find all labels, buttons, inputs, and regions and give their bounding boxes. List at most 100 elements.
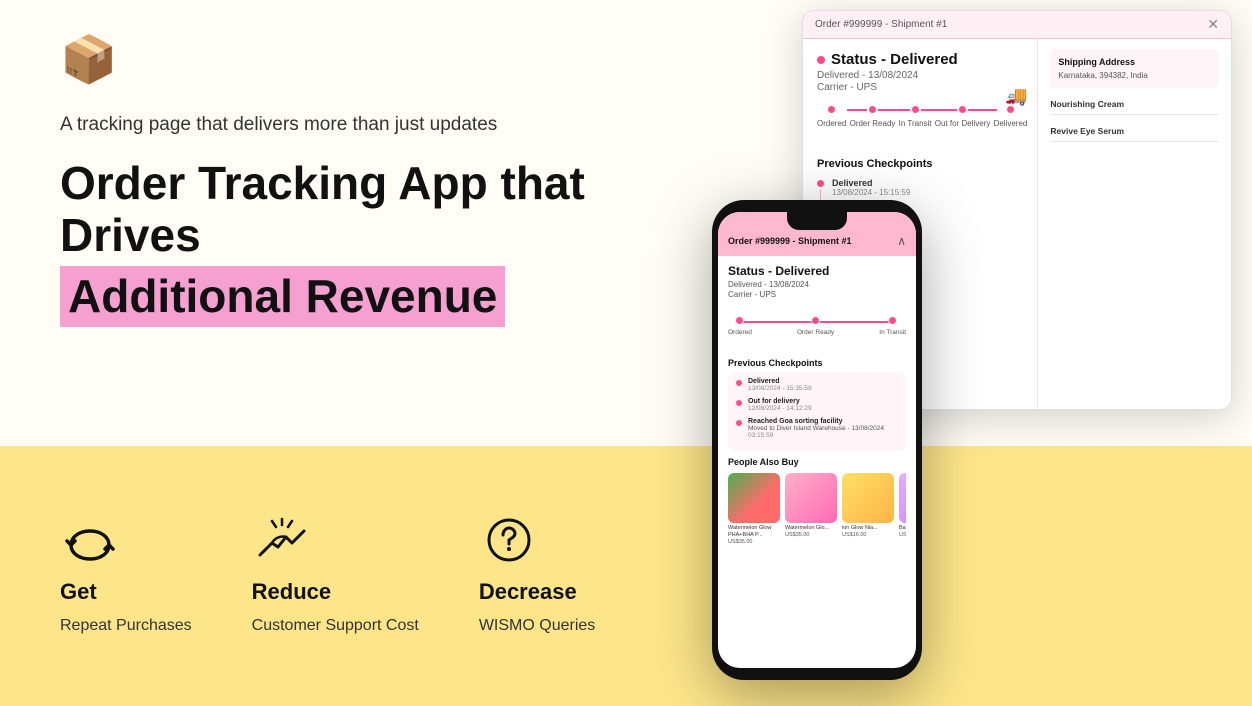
status-dot [817,56,825,64]
feature-item-decrease: Decrease WISMO Queries [479,515,595,637]
mobile-cp-dot [736,400,742,406]
feature-title-get: Get [60,579,97,605]
tracker-step-delivered: Delivered [994,104,1028,128]
product-name: Nourishing Cream [1050,99,1219,109]
mobile-cp-time: 12/08/2024 - 14:12:29 [748,405,812,412]
logo-icon: 📦 [60,32,118,84]
mobile-also-buy-title: People Also Buy [728,457,906,467]
step-label: Order Ready [850,119,896,128]
product-price: US$16.00 [899,532,906,538]
mobile-screen: Order #999999 - Shipment #1 ∧ Status - D… [718,212,916,668]
product-name: ion Glow Nia... [842,525,894,532]
mobile-tracker: Ordered Order Ready In Transit [718,306,916,354]
mobile-products-row: Watermelon Glow PHA+BHA P... US$35.00 Wa… [728,473,906,545]
logo-area: 📦 [60,32,680,84]
product-name: Watermelon Glow PHA+BHA P... [728,525,780,539]
product-image-yellow [842,473,894,523]
checkpoint-label: Delivered [832,178,910,188]
product-price: US$16.00 [842,532,894,538]
repeat-icon [60,515,120,565]
mobile-cp-info: Reached Goa sorting facility Moved to Di… [748,418,884,439]
mobile-step-label: In Transit [879,329,906,336]
product-name: Revive Eye Serum [1050,126,1219,136]
desktop-status-row: Status - Delivered [817,51,1027,68]
mobile-cp-label: Out for delivery [748,398,812,405]
product-item-1: Nourishing Cream [1050,94,1219,115]
mobile-step-ordered: Ordered [728,316,752,336]
product-price: US$35.00 [785,532,837,538]
mobile-status-section: Status - Delivered Delivered - 13/08/202… [718,256,916,306]
desktop-tracker: 🚚 Ordered Order Ready [817,94,1027,148]
mobile-notch [787,212,847,230]
product-image-watermelon [728,473,780,523]
mobile-mockup: Order #999999 - Shipment #1 ∧ Status - D… [712,200,922,680]
mobile-order-title: Order #999999 - Shipment #1 [728,236,852,246]
heading-line1: Order Tracking App that Drives [60,157,680,263]
mobile-step-label: Order Ready [797,329,834,336]
tracker-step-out: Out for Delivery [935,104,991,128]
desktop-title-bar: Order #999999 - Shipment #1 ✕ [803,11,1231,39]
step-label: Out for Delivery [935,119,991,128]
mobile-cp-time: 13/08/2024 - 15:35:59 [748,385,812,392]
mobile-cp-info: Out for delivery 12/08/2024 - 14:12:29 [748,398,812,412]
shipping-title: Shipping Address [1058,57,1211,67]
feature-desc-decrease: WISMO Queries [479,615,595,637]
checkpoints-title: Previous Checkpoints [817,158,1027,170]
mobile-content: Order #999999 - Shipment #1 ∧ Status - D… [718,212,916,668]
mobile-cp-time: 03:15:59 [748,432,884,439]
feature-title-reduce: Reduce [252,579,331,605]
shipping-address: Karnataka, 394382, India [1058,71,1211,80]
step-label: Delivered [994,119,1028,128]
mobile-cp-detail: Moved to Diver Island Warehouse - 13/08/… [748,425,884,432]
mobile-cp-dot [736,380,742,386]
feature-item-reduce: Reduce Customer Support Cost [252,515,419,637]
checkpoint-time: 13/08/2024 - 15:15:59 [832,188,910,197]
desktop-order-title: Order #999999 - Shipment #1 [815,19,947,30]
mobile-tracker-dot [735,316,744,325]
tracker-steps: Ordered Order Ready In Transit [817,104,1027,128]
mobile-also-buy-section: People Also Buy Watermelon Glow PHA+BHA … [718,451,916,549]
tagline: A tracking page that delivers more than … [60,112,680,139]
product-name: Back to School Glo... [899,525,906,532]
product-name: Watermelon Glo... [785,525,837,532]
feature-title-decrease: Decrease [479,579,577,605]
mobile-cp-out-delivery: Out for delivery 12/08/2024 - 14:12:29 [736,398,898,412]
right-content-area: Order #999999 - Shipment #1 ✕ Status - D… [692,0,1252,706]
mobile-product-yellow: ion Glow Nia... US$16.00 [842,473,894,545]
mobile-cp-label: Delivered [748,378,812,385]
page-container: 📦 A tracking page that delivers more tha… [0,0,1252,706]
tracker-dot [957,104,968,115]
tracker-step-ordered: Ordered [817,104,846,128]
mobile-product-pink: Watermelon Glo... US$35.00 [785,473,837,545]
step-label: In Transit [899,119,932,128]
tracker-step-ready: Order Ready [850,104,896,128]
mobile-checkpoints: Delivered 13/08/2024 - 15:35:59 Out for … [728,372,906,451]
desktop-status-label: Status - Delivered [831,51,958,68]
mobile-step-transit: In Transit [879,316,906,336]
mobile-status-label: Status - Delivered [728,264,906,278]
handshake-icon [252,515,312,565]
tracker-dot [826,104,837,115]
mobile-tracker-dot [888,316,897,325]
checkpoint-dot [817,180,824,187]
mobile-cp-dot [736,420,742,426]
step-label: Ordered [817,119,846,128]
desktop-close-button[interactable]: ✕ [1207,16,1219,33]
mobile-step-label: Ordered [728,329,752,336]
feature-desc-repeat: Repeat Purchases [60,615,192,637]
heading-line2: Additional Revenue [68,270,497,322]
mobile-chevron-icon: ∧ [897,234,906,248]
mobile-product-purple: Back to School Glo... US$16.00 [899,473,906,545]
product-image-purple [899,473,906,523]
mobile-tracker-dot [811,316,820,325]
mobile-delivered-date: Delivered - 13/08/2024 [728,280,906,289]
feature-desc-reduce: Customer Support Cost [252,615,419,637]
tracker-dot [910,104,921,115]
mobile-cp-goa: Reached Goa sorting facility Moved to Di… [736,418,898,439]
mobile-cp-info: Delivered 13/08/2024 - 15:35:59 [748,378,812,392]
product-price: US$35.00 [728,539,780,545]
mobile-carrier: Carrier - UPS [728,290,906,299]
shipping-box: Shipping Address Karnataka, 394382, Indi… [1050,49,1219,88]
mobile-step-ready: Order Ready [797,316,834,336]
tracker-dot [867,104,878,115]
